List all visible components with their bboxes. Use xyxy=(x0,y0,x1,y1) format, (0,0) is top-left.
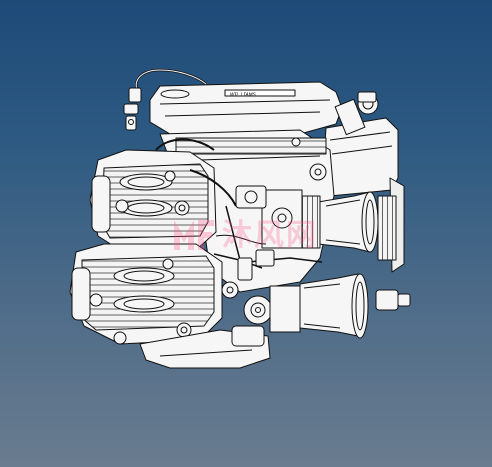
watermark-text: 沐风网 xyxy=(222,218,318,253)
cad-viewport[interactable]: ᴡɪʟ ʟɪᴀᴍѕ 沐风网 xyxy=(0,0,492,467)
mfcad-logo-icon xyxy=(174,220,214,250)
svg-text:ᴡɪʟ ʟɪᴀᴍѕ: ᴡɪʟ ʟɪᴀᴍѕ xyxy=(230,92,256,98)
top-cover: ᴡɪʟ ʟɪᴀᴍѕ xyxy=(149,81,343,135)
lower-cylinder-bank xyxy=(69,243,223,345)
